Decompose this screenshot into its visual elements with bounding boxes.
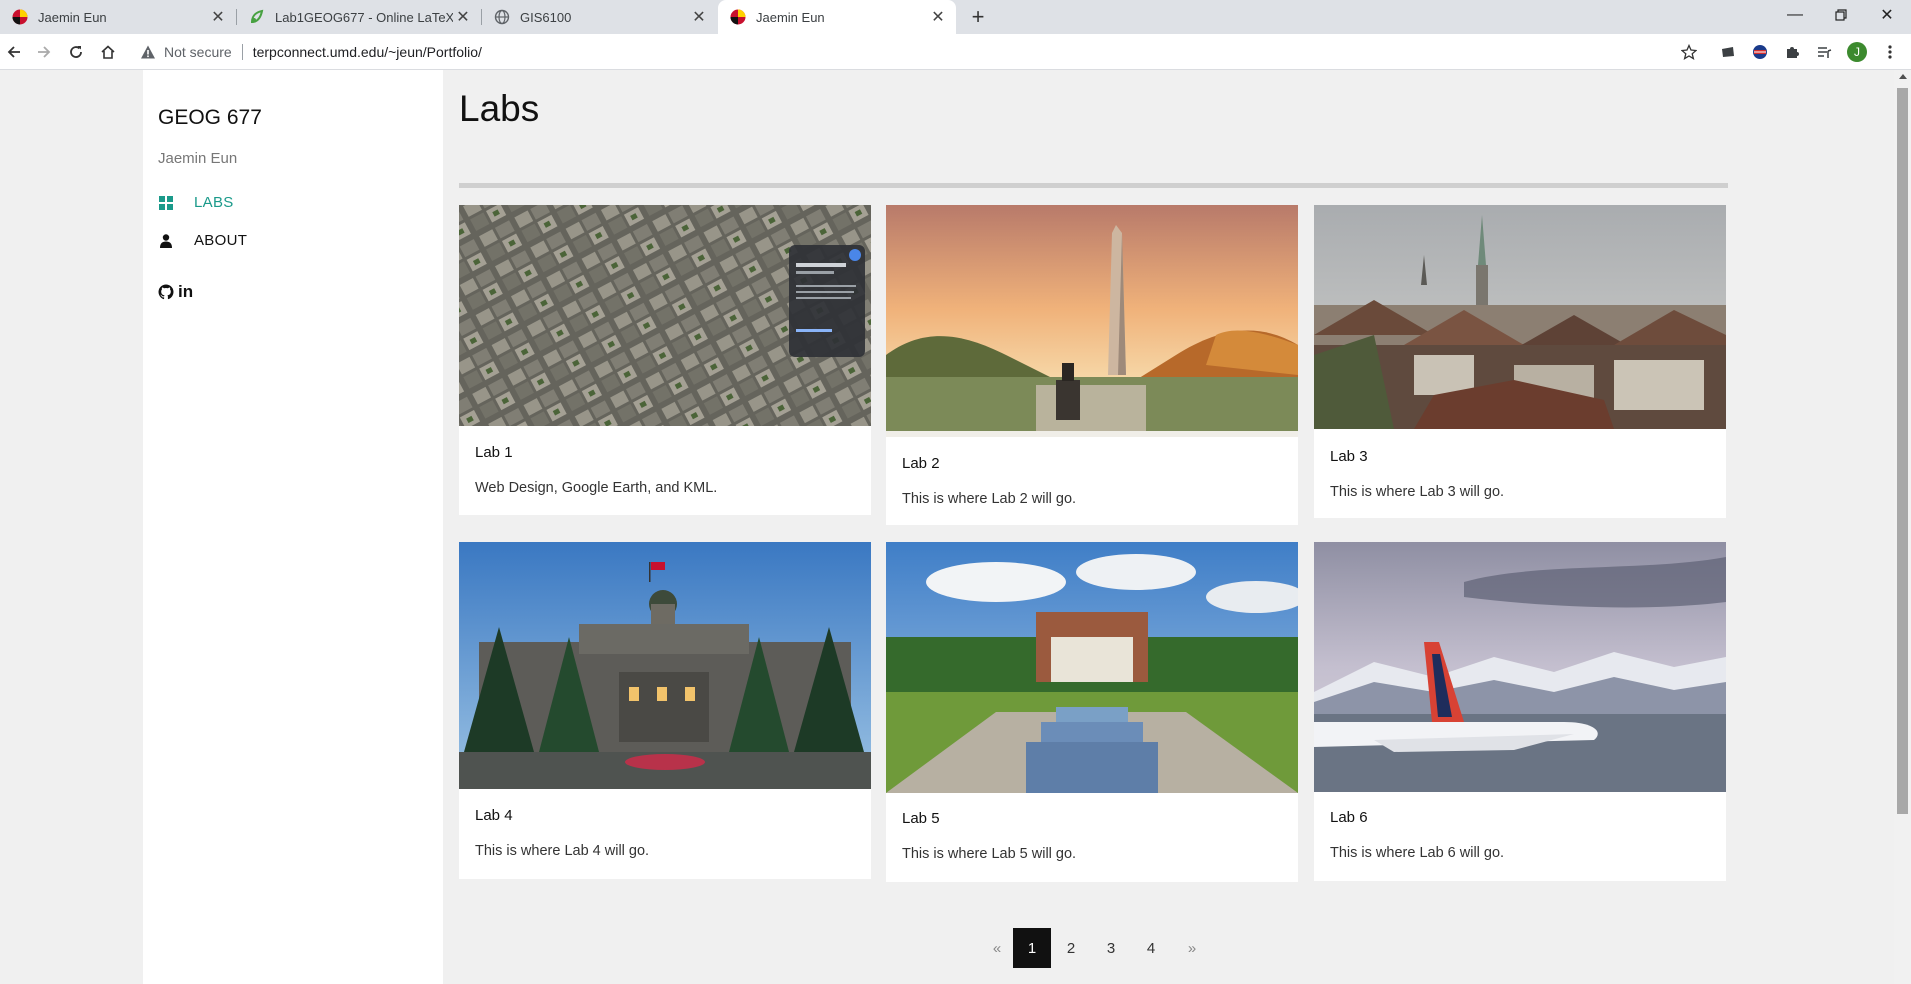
social-links: in	[158, 282, 193, 302]
user-icon	[158, 233, 174, 249]
lab-card-3[interactable]: Lab 3 This is where Lab 3 will go.	[1314, 205, 1726, 518]
card-description: This is where Lab 2 will go.	[902, 491, 1077, 507]
tab-title: Lab1GEOG677 - Online LaTeX Ed	[275, 9, 453, 25]
profile-avatar[interactable]: J	[1847, 42, 1867, 62]
menu-kebab-icon[interactable]	[1880, 42, 1900, 62]
browser-toolbar: Not secure terpconnect.umd.edu/~jeun/Por…	[0, 34, 1911, 70]
close-tab-icon[interactable]: ✕	[689, 7, 709, 27]
sidebar-item-labs[interactable]: LABS	[158, 194, 234, 211]
arrow-right-icon	[38, 46, 51, 58]
scrollbar-thumb[interactable]	[1897, 88, 1908, 814]
university-building-photo[interactable]	[459, 542, 871, 789]
extension-icon[interactable]	[1718, 42, 1738, 62]
card-title[interactable]: Lab 2	[902, 455, 940, 472]
tab-title: Jaemin Eun	[756, 9, 825, 25]
address-bar[interactable]: Not secure terpconnect.umd.edu/~jeun/Por…	[132, 38, 1704, 66]
card-description: This is where Lab 6 will go.	[1330, 845, 1505, 861]
forward-button[interactable]	[30, 38, 58, 66]
home-icon	[101, 45, 115, 59]
browser-tab-3[interactable]: GIS6100 ✕	[482, 0, 717, 34]
close-window-button[interactable]: ✕	[1864, 0, 1910, 30]
new-tab-button[interactable]: +	[966, 4, 990, 29]
sidebar-item-label: ABOUT	[194, 232, 248, 249]
pagination-prev-button[interactable]: «	[983, 928, 1011, 968]
sidebar-item-about[interactable]: ABOUT	[158, 232, 247, 249]
close-tab-icon[interactable]: ✕	[453, 7, 473, 27]
airplane-mountains-photo[interactable]	[1314, 542, 1726, 792]
card-title[interactable]: Lab 1	[475, 444, 513, 461]
reload-button[interactable]	[62, 38, 90, 66]
card-title[interactable]: Lab 4	[475, 807, 513, 824]
site-title[interactable]: GEOG 677	[158, 106, 262, 130]
sidebar-item-label: LABS	[194, 194, 234, 211]
restore-button[interactable]	[1818, 0, 1864, 30]
washington-monument-photo[interactable]	[886, 205, 1298, 437]
card-description: This is where Lab 5 will go.	[902, 846, 1077, 862]
browser-tab-2[interactable]: Lab1GEOG677 - Online LaTeX Ed ✕	[237, 0, 481, 34]
card-description: This is where Lab 3 will go.	[1330, 484, 1505, 500]
site-author: Jaemin Eun	[158, 150, 238, 167]
card-title[interactable]: Lab 6	[1330, 809, 1368, 826]
sidebar: GEOG 677 Jaemin Eun LABS ABOUT in	[143, 70, 443, 984]
lab-card-2[interactable]: Lab 2 This is where Lab 2 will go.	[886, 205, 1298, 525]
linkedin-icon[interactable]: in	[178, 282, 193, 302]
overleaf-icon	[250, 9, 264, 23]
tab-title: Jaemin Eun	[38, 9, 107, 25]
url-text[interactable]: terpconnect.umd.edu/~jeun/Portfolio/	[253, 44, 482, 60]
mckeldin-fountain-photo[interactable]	[886, 542, 1298, 793]
lab-card-6[interactable]: Lab 6 This is where Lab 6 will go.	[1314, 542, 1726, 881]
reading-list-icon[interactable]	[1814, 42, 1834, 62]
maryland-flag-icon	[12, 9, 28, 25]
divider	[459, 183, 1728, 188]
card-description: Web Design, Google Earth, and KML.	[475, 480, 718, 496]
back-button[interactable]	[0, 38, 28, 66]
close-tab-icon[interactable]: ✕	[928, 7, 948, 27]
extensions-puzzle-icon[interactable]	[1782, 42, 1802, 62]
browser-tab-1[interactable]: Jaemin Eun ✕	[0, 0, 236, 34]
github-icon[interactable]	[158, 284, 174, 300]
minimize-button[interactable]: —	[1772, 0, 1818, 30]
vertical-scrollbar[interactable]	[1894, 70, 1911, 984]
lab-card-4[interactable]: Lab 4 This is where Lab 4 will go.	[459, 542, 871, 879]
arrow-left-icon	[7, 46, 20, 58]
card-title[interactable]: Lab 5	[902, 810, 940, 827]
grid-icon	[158, 195, 174, 211]
security-status-text: Not secure	[164, 44, 232, 60]
extension-flag-icon[interactable]	[1750, 42, 1770, 62]
lab-card-1[interactable]: Lab 1 Web Design, Google Earth, and KML.	[459, 205, 871, 515]
home-button[interactable]	[94, 38, 122, 66]
bookmark-star-icon[interactable]	[1679, 42, 1699, 62]
avatar: J	[1847, 42, 1867, 62]
pagination-next-button[interactable]: »	[1178, 928, 1206, 968]
zurich-rooftops-photo[interactable]	[1314, 205, 1726, 429]
warning-icon[interactable]	[140, 44, 156, 60]
tab-title: GIS6100	[520, 9, 572, 25]
close-tab-icon[interactable]: ✕	[208, 7, 228, 27]
pagination-page-1[interactable]: 1	[1013, 928, 1051, 968]
page-viewport: GEOG 677 Jaemin Eun LABS ABOUT in Labs L…	[0, 70, 1911, 984]
aerial-campus-photo[interactable]	[459, 205, 871, 426]
page-title: Labs	[459, 88, 540, 129]
pagination-page-4[interactable]: 4	[1135, 928, 1167, 968]
restore-icon	[1835, 9, 1847, 21]
globe-icon	[494, 9, 510, 25]
card-description: This is where Lab 4 will go.	[475, 843, 650, 859]
pagination-page-3[interactable]: 3	[1095, 928, 1127, 968]
card-title[interactable]: Lab 3	[1330, 448, 1368, 465]
browser-tab-4-active[interactable]: Jaemin Eun ✕	[718, 0, 956, 34]
maryland-flag-icon	[730, 9, 746, 25]
reload-icon	[70, 46, 82, 58]
scroll-up-arrow-icon[interactable]	[1899, 74, 1907, 79]
pagination-page-2[interactable]: 2	[1055, 928, 1087, 968]
lab-card-5[interactable]: Lab 5 This is where Lab 5 will go.	[886, 542, 1298, 882]
browser-tab-bar: Jaemin Eun ✕ Lab1GEOG677 - Online LaTeX …	[0, 0, 1911, 34]
